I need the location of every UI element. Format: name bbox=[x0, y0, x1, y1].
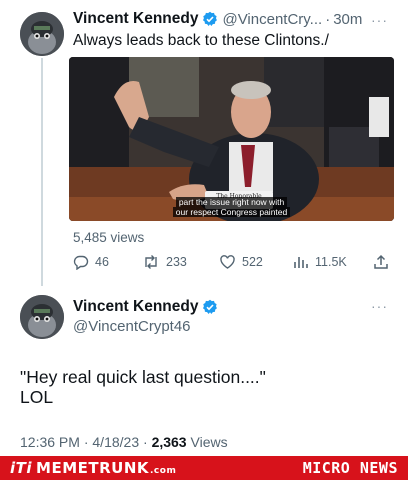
author-handle[interactable]: @VincentCry... bbox=[222, 11, 322, 28]
tweet-time[interactable]: 12:36 PM bbox=[20, 434, 80, 450]
caption-line-1: part the issue right now with bbox=[175, 197, 288, 207]
like-button[interactable]: 522 bbox=[219, 254, 263, 270]
action-bar: 46 233 522 11.5K bbox=[73, 254, 393, 270]
share-button[interactable] bbox=[373, 254, 395, 270]
retweet-count: 233 bbox=[166, 255, 187, 269]
author-name[interactable]: Vincent Kennedy bbox=[73, 10, 198, 28]
memetrunk-logo: iTi MEMETRUNK .com bbox=[10, 459, 176, 477]
retweet-icon bbox=[145, 255, 157, 269]
separator-dot: · bbox=[325, 10, 331, 28]
tweet-text: Always leads back to these Clintons./ bbox=[73, 32, 329, 49]
tweet-header: Vincent Kennedy bbox=[73, 298, 222, 316]
avatar-image bbox=[20, 12, 64, 56]
tweet-date[interactable]: 4/18/23 bbox=[92, 434, 139, 450]
share-icon bbox=[374, 254, 388, 269]
verified-badge-icon bbox=[202, 299, 218, 315]
author-name[interactable]: Vincent Kennedy bbox=[73, 298, 198, 316]
memetrunk-logo-icon: iTi bbox=[10, 459, 33, 477]
tweet-timestamp[interactable]: 30m bbox=[333, 11, 362, 28]
separator-dot: · bbox=[143, 434, 148, 450]
video-caption: part the issue right now with our respec… bbox=[69, 197, 394, 217]
verified-badge-icon bbox=[202, 11, 218, 27]
avatar-image bbox=[20, 295, 64, 339]
tweet-meta: 12:36 PM · 4/18/23 · 2,363 Views bbox=[20, 434, 228, 450]
view-count[interactable]: 5,485 views bbox=[73, 230, 144, 245]
avatar[interactable] bbox=[20, 295, 64, 339]
memetrunk-brand: MEMETRUNK bbox=[36, 459, 150, 477]
reply-button[interactable]: 46 bbox=[73, 254, 109, 270]
micro-news-brand: MICRO NEWS bbox=[302, 459, 398, 477]
caption-line-2: our respect Congress painted bbox=[172, 207, 291, 217]
tweet-video[interactable]: The Honorable part the issue right now w… bbox=[69, 57, 394, 221]
like-count: 522 bbox=[242, 255, 263, 269]
thread-connector-line bbox=[41, 58, 43, 286]
author-handle[interactable]: @VincentCrypt46 bbox=[73, 318, 191, 335]
memetrunk-suffix: .com bbox=[150, 466, 177, 476]
heart-icon bbox=[220, 255, 235, 269]
watermark-footer: iTi MEMETRUNK .com MICRO NEWS bbox=[0, 456, 408, 480]
views-count[interactable]: 2,363 bbox=[152, 434, 187, 450]
avatar[interactable] bbox=[20, 12, 64, 56]
tweet-header: Vincent Kennedy @VincentCry... · 30m bbox=[73, 10, 394, 28]
analytics-button[interactable]: 11.5K bbox=[293, 254, 347, 270]
more-options-icon[interactable]: ··· bbox=[371, 298, 388, 314]
views-label: Views bbox=[190, 434, 228, 450]
tweet-text: "Hey real quick last question...." LOL bbox=[20, 367, 266, 407]
more-options-icon[interactable]: ··· bbox=[371, 12, 388, 28]
analytics-icon bbox=[294, 257, 308, 268]
reply-icon bbox=[73, 255, 89, 270]
retweet-button[interactable]: 233 bbox=[142, 254, 187, 270]
separator-dot: · bbox=[83, 434, 89, 450]
reply-count: 46 bbox=[95, 255, 109, 269]
analytics-count: 11.5K bbox=[315, 255, 347, 269]
